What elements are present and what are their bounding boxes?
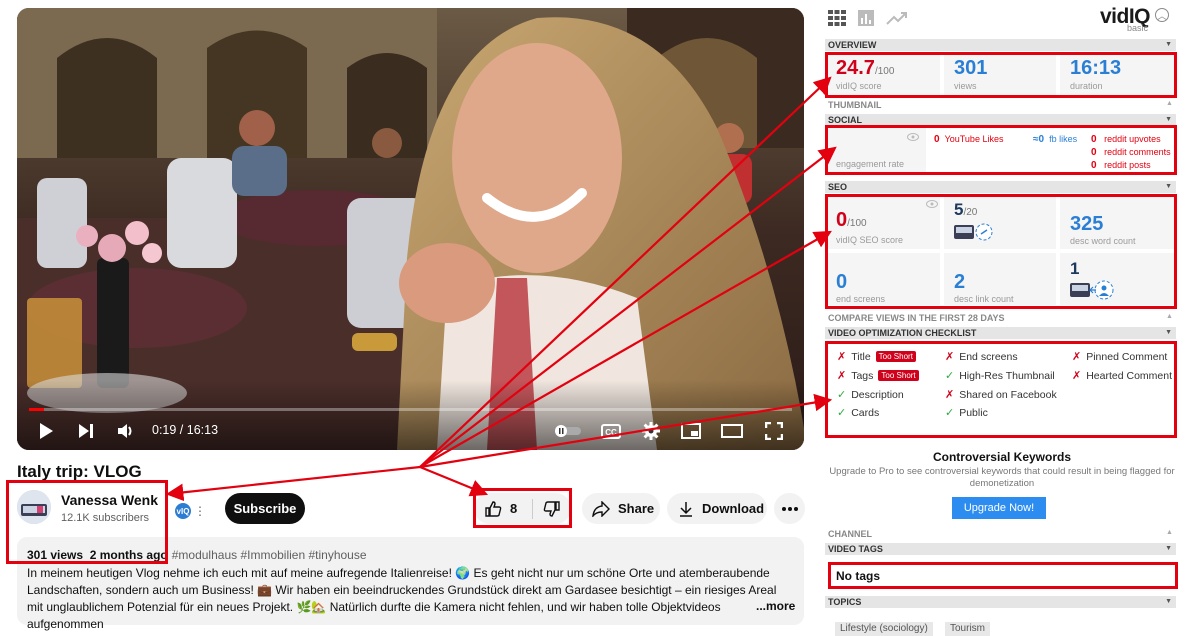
page: 0:19 / 16:13 CC Italy trip: VLOG Vanessa… [0,0,1200,636]
annotation-arrows [165,76,837,502]
